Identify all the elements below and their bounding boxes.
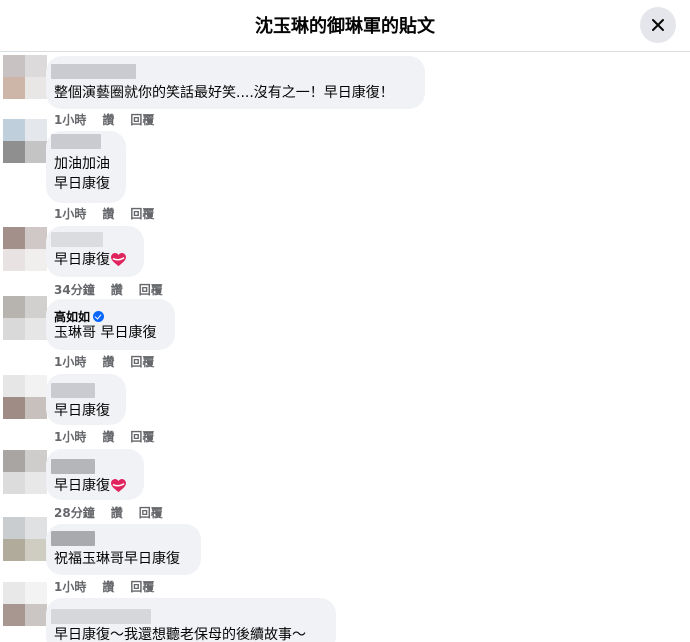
close-button[interactable] (640, 7, 676, 43)
author-name[interactable] (51, 134, 101, 149)
comment-bubble: 高如如 玉琳哥 早日康復 (46, 299, 175, 350)
like-button[interactable]: 讚 (102, 580, 114, 594)
avatar[interactable] (3, 450, 47, 494)
comment-meta: 1小時 讚 回覆 (54, 428, 170, 445)
author-name[interactable] (51, 383, 95, 398)
author-name[interactable] (51, 459, 95, 474)
avatar[interactable] (3, 119, 47, 163)
reply-button[interactable]: 回覆 (130, 430, 154, 444)
avatar[interactable] (3, 55, 47, 99)
avatar[interactable] (3, 517, 47, 561)
comment-text: 早日康復～我還想聽老保母的後續故事～ (54, 627, 306, 642)
comment-time: 1小時 (54, 207, 87, 221)
reply-button[interactable]: 回覆 (130, 207, 154, 221)
comment-bubble: 早日康復～我還想聽老保母的後續故事～ (46, 598, 336, 642)
comment-bubble: 加油加油 早日康復 (46, 131, 126, 203)
avatar[interactable] (3, 296, 47, 340)
comment-time: 34分鐘 (54, 283, 95, 297)
comment-text: 早日康復 (54, 476, 126, 496)
like-button[interactable]: 讚 (102, 430, 114, 444)
comment-bubble: 整個演藝圈就你的笑話最好笑....沒有之一！早日康復！ (46, 56, 425, 109)
like-button[interactable]: 讚 (102, 355, 114, 369)
comment-text-content: 早日康復 (54, 478, 110, 494)
comment-time: 1小時 (54, 355, 87, 369)
heart-icon (111, 479, 126, 493)
heart-icon (111, 253, 126, 267)
comment-meta: 34分鐘 讚 回覆 (54, 281, 179, 298)
comment-bubble: 早日康復 (46, 449, 144, 500)
like-button[interactable]: 讚 (111, 506, 123, 520)
comment-time: 1小時 (54, 113, 87, 127)
comment-meta: 1小時 讚 回覆 (54, 111, 170, 128)
comment-text: 玉琳哥 早日康復 (54, 325, 157, 341)
dialog-header: 沈玉琳的御琳軍的貼文 (0, 0, 690, 52)
reply-button[interactable]: 回覆 (130, 580, 154, 594)
avatar[interactable] (3, 227, 47, 271)
comment-text: 整個演藝圈就你的笑話最好笑....沒有之一！早日康復！ (54, 85, 394, 101)
like-button[interactable]: 讚 (102, 113, 114, 127)
author-name[interactable] (51, 609, 151, 624)
reply-button[interactable]: 回覆 (139, 506, 163, 520)
comment-meta: 1小時 讚 回覆 (54, 578, 170, 595)
comment-list: 整個演藝圈就你的笑話最好笑....沒有之一！早日康復！ 1小時讚回覆 加油加油 … (0, 53, 690, 642)
comment-bubble: 早日康復 (46, 374, 126, 425)
comment-text: 加油加油 早日康復 (54, 156, 110, 192)
comment-meta: 28分鐘 讚 回覆 (54, 504, 179, 521)
author-name[interactable] (51, 64, 136, 79)
verified-badge-icon (93, 311, 105, 322)
close-icon (652, 19, 664, 31)
comment-text: 早日康復 (54, 403, 110, 419)
reply-button[interactable]: 回覆 (139, 283, 163, 297)
comment-time: 1小時 (54, 580, 87, 594)
author-name[interactable] (51, 232, 103, 247)
comment-text: 早日康復 (54, 250, 126, 270)
dialog-title: 沈玉琳的御琳軍的貼文 (255, 16, 435, 37)
comment-meta: 1小時 讚 回覆 (54, 353, 170, 370)
reply-button[interactable]: 回覆 (130, 113, 154, 127)
comment-bubble: 早日康復 (46, 226, 144, 277)
avatar[interactable] (3, 375, 47, 419)
comment-bubble: 祝福玉琳哥早日康復 (46, 524, 201, 575)
comment-time: 1小時 (54, 430, 87, 444)
like-button[interactable]: 讚 (102, 207, 114, 221)
author-name-text: 高如如 (54, 310, 91, 324)
comment-meta: 1小時 讚 回覆 (54, 205, 170, 222)
reply-button[interactable]: 回覆 (130, 355, 154, 369)
comment-text-content: 早日康復 (54, 252, 110, 268)
like-button[interactable]: 讚 (111, 283, 123, 297)
comment-time: 28分鐘 (54, 506, 95, 520)
avatar[interactable] (3, 582, 47, 626)
comment-text: 祝福玉琳哥早日康復 (54, 551, 180, 567)
author-name[interactable] (51, 531, 95, 546)
